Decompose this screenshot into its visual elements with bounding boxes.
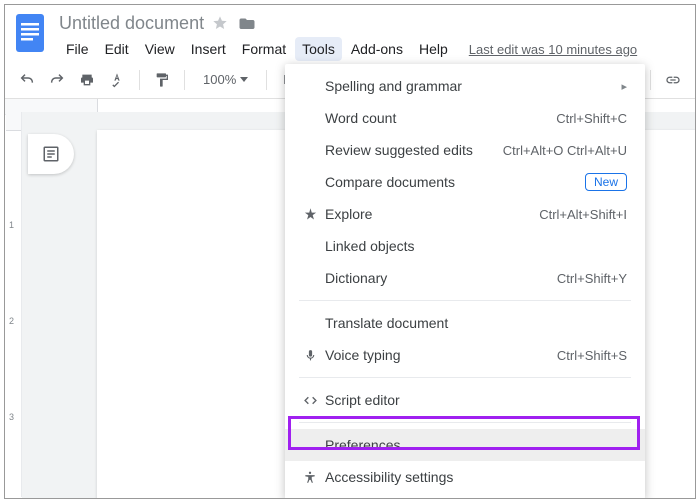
menu-help[interactable]: Help [412,37,455,61]
menu-item-explore[interactable]: ExploreCtrl+Alt+Shift+I [285,198,645,230]
menubar: File Edit View Insert Format Tools Add-o… [59,37,685,61]
menu-separator [299,300,631,301]
menu-item-spelling-grammar[interactable]: Spelling and grammar▸ [285,70,645,102]
menu-view[interactable]: View [138,37,182,61]
menu-tools[interactable]: Tools [295,37,342,61]
menu-item-review-edits[interactable]: Review suggested editsCtrl+Alt+O Ctrl+Al… [285,134,645,166]
microphone-icon [297,348,323,363]
menu-item-dictionary[interactable]: DictionaryCtrl+Shift+Y [285,262,645,294]
folder-icon[interactable] [238,15,256,31]
menu-file[interactable]: File [59,37,96,61]
last-edit-link[interactable]: Last edit was 10 minutes ago [469,42,637,57]
menu-item-compare-documents[interactable]: Compare documentsNew [285,166,645,198]
menu-edit[interactable]: Edit [98,37,136,61]
star-icon[interactable] [212,15,228,31]
menu-item-voice-typing[interactable]: Voice typingCtrl+Shift+S [285,339,645,371]
paint-format-icon[interactable] [150,68,174,92]
menu-item-linked-objects[interactable]: Linked objects [285,230,645,262]
menu-separator [299,422,631,423]
menu-item-accessibility[interactable]: Accessibility settings [285,461,645,493]
document-outline-button[interactable] [28,134,74,174]
undo-icon[interactable] [15,68,39,92]
print-icon[interactable] [75,68,99,92]
submenu-arrow-icon: ▸ [621,80,627,93]
script-editor-icon [297,394,323,407]
menu-insert[interactable]: Insert [184,37,233,61]
menu-separator [299,377,631,378]
accessibility-icon [297,470,323,485]
document-title[interactable]: Untitled document [59,13,204,34]
insert-link-icon[interactable] [661,68,685,92]
spellcheck-icon[interactable] [105,68,129,92]
menu-format[interactable]: Format [235,37,293,61]
menu-item-preferences[interactable]: Preferences [285,429,645,461]
docs-logo-icon[interactable] [15,13,51,57]
zoom-select[interactable]: 100% [195,72,256,87]
menu-addons[interactable]: Add-ons [344,37,410,61]
menu-item-word-count[interactable]: Word countCtrl+Shift+C [285,102,645,134]
explore-icon [297,207,323,222]
menu-item-script-editor[interactable]: Script editor [285,384,645,416]
new-badge: New [585,173,627,191]
vertical-ruler: 1 2 3 [6,112,22,497]
menu-item-translate[interactable]: Translate document [285,307,645,339]
tools-dropdown: Spelling and grammar▸ Word countCtrl+Shi… [285,64,645,499]
redo-icon[interactable] [45,68,69,92]
